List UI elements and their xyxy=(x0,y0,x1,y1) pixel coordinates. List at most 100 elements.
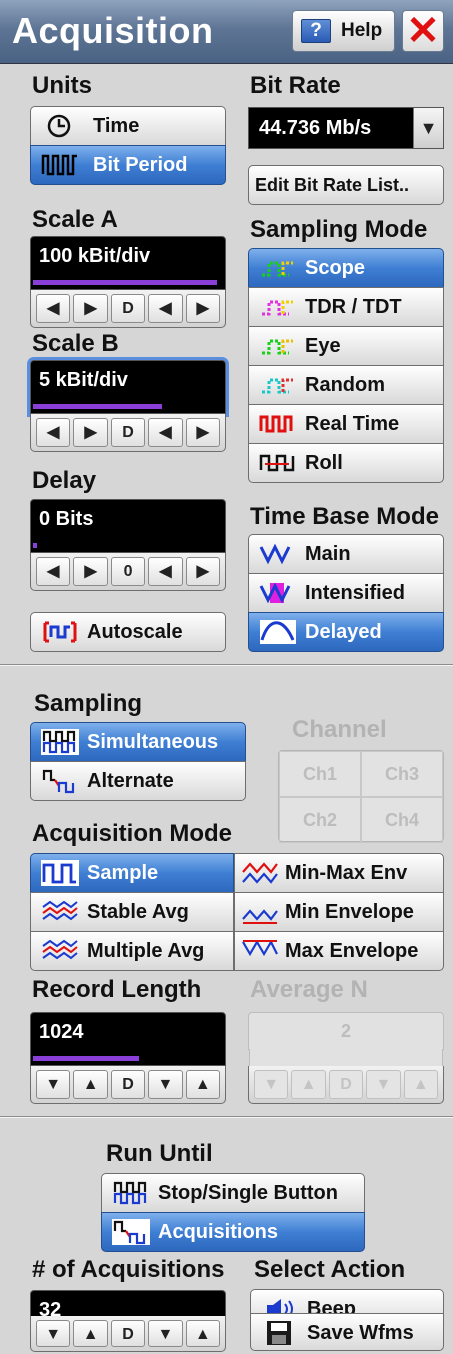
acq-min-max-env-button[interactable]: Min-Max Env xyxy=(234,853,444,893)
stop-single-icon xyxy=(113,1181,147,1205)
scale-b-label: Scale B xyxy=(32,330,119,357)
sampling-simultaneous-label: Simultaneous xyxy=(87,731,219,753)
select-action-label: Select Action xyxy=(254,1256,406,1283)
close-button[interactable]: ✕ xyxy=(402,10,444,52)
record-length-default-button[interactable]: D xyxy=(110,1070,146,1099)
sampling-mode-eye-label: Eye xyxy=(305,335,341,357)
delay-spinner: ◀ ▶ 0 ◀ ▶ xyxy=(30,553,226,591)
num-acquisitions-default-button[interactable]: D xyxy=(110,1320,146,1347)
max-envelope-icon xyxy=(242,939,278,957)
panel-title: Acquisition xyxy=(12,10,214,51)
autoscale-button[interactable]: Autoscale xyxy=(30,612,226,652)
time-base-main-label: Main xyxy=(305,543,351,565)
scale-b-spinner: ◀ ▶ D ◀ ▶ xyxy=(30,414,226,452)
help-button[interactable]: ? Help xyxy=(292,10,395,52)
scale-b-default-button[interactable]: D xyxy=(110,418,146,447)
delayed-timebase-icon xyxy=(260,620,296,644)
sampling-alternate-button[interactable]: Alternate xyxy=(30,761,246,801)
run-until-acquisitions-label: Acquisitions xyxy=(158,1221,279,1243)
num-acquisitions-fine-up-button[interactable]: ▲ xyxy=(185,1320,221,1347)
acq-max-envelope-button[interactable]: Max Envelope xyxy=(234,931,444,971)
channel-grid: Ch1 Ch3 Ch2 Ch4 xyxy=(278,750,444,843)
sampling-mode-roll-label: Roll xyxy=(305,452,343,474)
time-base-delayed-button[interactable]: Delayed xyxy=(248,612,444,652)
time-base-intensified-button[interactable]: Intensified xyxy=(248,573,444,613)
record-length-field[interactable]: 1024 xyxy=(30,1012,226,1066)
simultaneous-icon xyxy=(41,729,79,755)
acq-stable-avg-label: Stable Avg xyxy=(87,901,189,923)
help-label: Help xyxy=(341,20,383,41)
clock-icon xyxy=(47,114,71,138)
roll-sampling-icon xyxy=(259,454,295,472)
scale-b-right-button[interactable]: ▶ xyxy=(73,418,108,447)
num-acquisitions-up-button[interactable]: ▲ xyxy=(73,1320,108,1347)
scale-b-level-bar xyxy=(33,404,163,409)
delay-label: Delay xyxy=(32,467,97,494)
acquisition-panel: Acquisition ? Help ✕ Units Time Bit Peri… xyxy=(0,0,453,1354)
record-length-spinner: ▼ ▲ D ▼ ▲ xyxy=(30,1066,226,1104)
average-n-fine-down-button: ▼ xyxy=(366,1070,401,1099)
acq-min-envelope-button[interactable]: Min Envelope xyxy=(234,892,444,932)
units-bit-period-button[interactable]: Bit Period xyxy=(30,145,226,185)
time-base-mode-label: Time Base Mode xyxy=(250,503,439,530)
num-acquisitions-down-button[interactable]: ▼ xyxy=(36,1320,71,1347)
delay-zero-button[interactable]: 0 xyxy=(110,557,146,586)
units-bit-period-label: Bit Period xyxy=(93,154,188,176)
sampling-mode-roll-button[interactable]: Roll xyxy=(248,443,444,483)
record-length-fine-up-button[interactable]: ▲ xyxy=(185,1070,221,1099)
acq-min-max-env-label: Min-Max Env xyxy=(285,862,408,884)
record-length-up-button[interactable]: ▲ xyxy=(73,1070,108,1099)
edit-bit-rate-list-button[interactable]: Edit Bit Rate List.. xyxy=(248,165,444,205)
record-length-down-button[interactable]: ▼ xyxy=(36,1070,71,1099)
scale-a-fine-left-button[interactable]: ◀ xyxy=(148,294,183,323)
delay-field[interactable]: 0 Bits xyxy=(30,499,226,553)
main-timebase-icon xyxy=(259,543,291,565)
num-acquisitions-fine-down-button[interactable]: ▼ xyxy=(148,1320,183,1347)
scale-a-fine-right-button[interactable]: ▶ xyxy=(185,294,221,323)
scale-b-fine-right-button[interactable]: ▶ xyxy=(185,418,221,447)
average-n-field: 2 xyxy=(248,1012,444,1069)
scope-sampling-icon xyxy=(262,261,293,277)
time-base-main-button[interactable]: Main xyxy=(248,534,444,574)
record-length-value: 1024 xyxy=(39,1021,84,1043)
average-n-label: Average N xyxy=(250,976,368,1003)
scale-a-label: Scale A xyxy=(32,206,118,233)
sampling-mode-eye-button[interactable]: Eye xyxy=(248,326,444,366)
units-time-button[interactable]: Time xyxy=(30,106,226,146)
bit-rate-value: 44.736 Mb/s xyxy=(259,117,372,139)
scale-a-default-button[interactable]: D xyxy=(110,294,146,323)
help-icon: ? xyxy=(301,19,331,43)
delay-value: 0 Bits xyxy=(39,508,94,530)
autoscale-icon xyxy=(43,621,77,643)
sampling-mode-scope-button[interactable]: Scope xyxy=(248,248,444,288)
acq-stable-avg-button[interactable]: Stable Avg xyxy=(30,892,234,932)
run-until-acquisitions-button[interactable]: Acquisitions xyxy=(101,1212,365,1252)
scale-a-right-button[interactable]: ▶ xyxy=(73,294,108,323)
run-until-stop-single-button[interactable]: Stop/Single Button xyxy=(101,1173,365,1213)
record-length-fine-down-button[interactable]: ▼ xyxy=(148,1070,183,1099)
sampling-mode-tdr-button[interactable]: TDR / TDT xyxy=(248,287,444,327)
scale-a-field[interactable]: 100 kBit/div xyxy=(30,236,226,290)
delay-fine-left-button[interactable]: ◀ xyxy=(148,557,183,586)
scale-b-fine-left-button[interactable]: ◀ xyxy=(148,418,183,447)
scale-b-field[interactable]: 5 kBit/div xyxy=(30,360,226,414)
scale-a-left-button[interactable]: ◀ xyxy=(36,294,71,323)
acq-max-envelope-label: Max Envelope xyxy=(285,940,419,962)
acq-multiple-avg-button[interactable]: Multiple Avg xyxy=(30,931,234,971)
delay-left-button[interactable]: ◀ xyxy=(36,557,71,586)
acq-sample-button[interactable]: Sample xyxy=(30,853,234,893)
acquisitions-icon xyxy=(112,1219,150,1245)
sampling-mode-real-time-button[interactable]: Real Time xyxy=(248,404,444,444)
scale-b-left-button[interactable]: ◀ xyxy=(36,418,71,447)
acq-multiple-avg-label: Multiple Avg xyxy=(87,940,205,962)
delay-fine-right-button[interactable]: ▶ xyxy=(185,557,221,586)
num-acquisitions-spinner: ▼ ▲ D ▼ ▲ xyxy=(30,1316,226,1352)
average-n-up-button: ▲ xyxy=(291,1070,326,1099)
delay-right-button[interactable]: ▶ xyxy=(73,557,108,586)
action-save-wfms-button[interactable]: Save Wfms xyxy=(250,1313,444,1351)
floppy-disk-icon xyxy=(267,1321,291,1345)
chevron-down-icon: ▼ xyxy=(413,108,443,148)
bit-rate-select[interactable]: 44.736 Mb/s ▼ xyxy=(248,107,444,149)
sampling-simultaneous-button[interactable]: Simultaneous xyxy=(30,722,246,762)
sampling-mode-random-button[interactable]: Random xyxy=(248,365,444,405)
